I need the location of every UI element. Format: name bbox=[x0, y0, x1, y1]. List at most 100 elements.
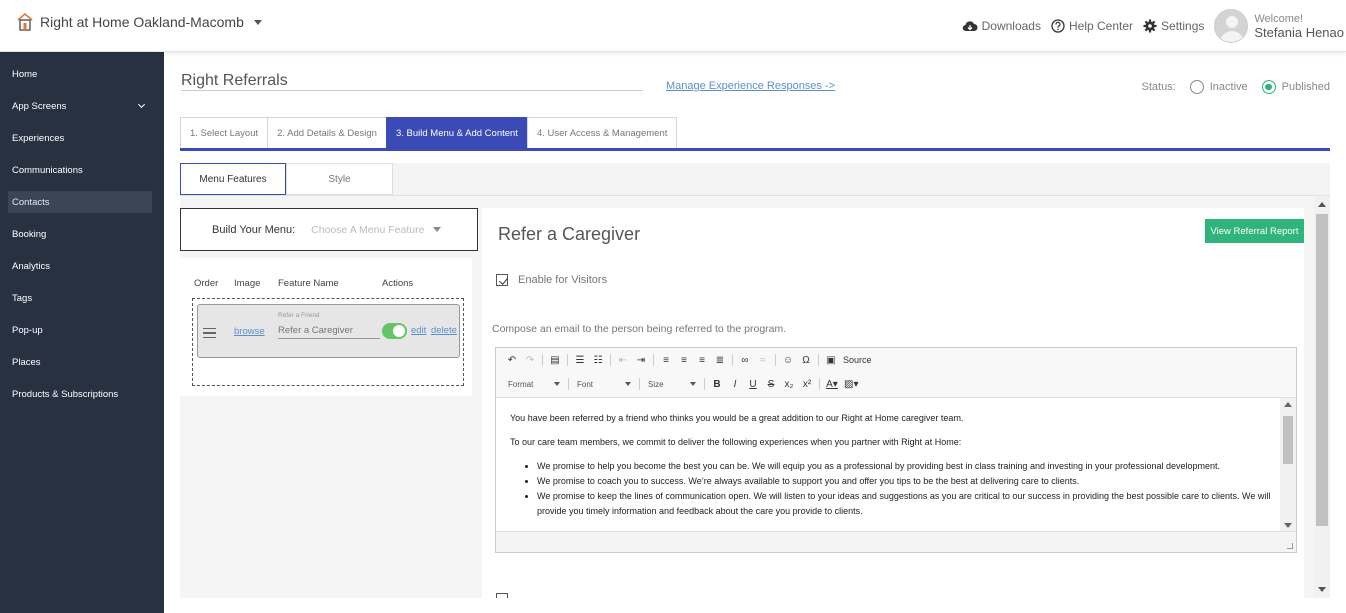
browse-image-link[interactable]: browse bbox=[234, 326, 265, 337]
sidebar-item-label: Analytics bbox=[12, 260, 51, 272]
sidebar-item-label: Home bbox=[12, 68, 38, 80]
align-center-icon[interactable]: ≡ bbox=[678, 355, 690, 366]
top-bar: Right at Home Oakland-Macomb Downloads H… bbox=[0, 0, 1346, 52]
chevron-down-icon bbox=[690, 382, 696, 386]
scrollbar-thumb[interactable] bbox=[1316, 214, 1328, 526]
step-select-layout[interactable]: 1. Select Layout bbox=[180, 117, 268, 149]
editor-paragraph: You have been referred by a friend who t… bbox=[510, 413, 964, 423]
align-right-icon[interactable]: ≡ bbox=[696, 355, 708, 366]
redo-icon[interactable]: ↷ bbox=[524, 355, 536, 366]
status-inactive-radio[interactable] bbox=[1189, 80, 1204, 94]
text-color-icon[interactable]: A▾ bbox=[826, 379, 838, 390]
toolbar-row-1: ↶ ↷ ▤ ☰ ☷ ⇤ ⇥ ≡ ≡ ≡ ≣ ∞ ≈ ☺ Ω ▣ Source bbox=[506, 354, 872, 366]
resize-handle-icon[interactable] bbox=[1287, 543, 1293, 549]
list-item: browse Refer a Friend Refer a Caregiver … bbox=[197, 304, 460, 358]
list-item: We promise to help you become the best y… bbox=[537, 459, 1280, 474]
sidebar-item-app-screens[interactable]: App Screens bbox=[8, 95, 152, 117]
font-select[interactable]: Font bbox=[575, 376, 633, 392]
italic-icon[interactable]: I bbox=[729, 379, 741, 390]
sidebar-item-places[interactable]: Places bbox=[8, 351, 152, 373]
background-color-icon[interactable]: ▨▾ bbox=[844, 379, 858, 390]
source-icon[interactable]: ▣ bbox=[825, 355, 837, 366]
toolbar-separator bbox=[639, 378, 640, 390]
step-add-details[interactable]: 2. Add Details & Design bbox=[267, 117, 386, 149]
scrollbar-thumb[interactable] bbox=[1283, 416, 1293, 464]
superscript-icon[interactable]: x² bbox=[801, 379, 813, 390]
unlink-icon[interactable]: ≈ bbox=[757, 355, 769, 366]
menu-feature-select[interactable]: Choose A Menu Feature bbox=[311, 224, 442, 236]
sidebar-item-booking[interactable]: Booking bbox=[8, 223, 152, 245]
delete-link[interactable]: delete bbox=[431, 325, 457, 336]
column-header-order: Order bbox=[194, 278, 219, 289]
bold-icon[interactable]: B bbox=[711, 379, 723, 390]
step-build-menu[interactable]: 3. Build Menu & Add Content bbox=[385, 117, 527, 149]
avatar[interactable] bbox=[1214, 9, 1249, 43]
toolbar-row-2: Format Font Size B I U S x₂ x² A▾ ▨▾ bbox=[506, 376, 858, 392]
sidebar-item-communications[interactable]: Communications bbox=[8, 159, 152, 181]
link-icon[interactable]: ∞ bbox=[739, 355, 751, 366]
sidebar-item-label: Pop-up bbox=[12, 324, 43, 336]
editor-scrollbar[interactable] bbox=[1280, 398, 1296, 532]
edit-link[interactable]: edit bbox=[411, 325, 426, 336]
status-published-radio[interactable] bbox=[1261, 80, 1276, 94]
sidebar-item-contacts[interactable]: Contacts bbox=[8, 191, 152, 213]
step-user-access[interactable]: 4. User Access & Management bbox=[526, 117, 678, 149]
user-name: Stefania Henao bbox=[1254, 24, 1344, 40]
drag-handle-icon[interactable] bbox=[203, 328, 216, 341]
scroll-down-icon[interactable] bbox=[1284, 523, 1292, 528]
editor-content[interactable]: You have been referred by a friend who t… bbox=[496, 398, 1280, 532]
paste-text-icon[interactable]: ▤ bbox=[549, 355, 561, 366]
align-justify-icon[interactable]: ≣ bbox=[714, 355, 726, 366]
toolbar-separator bbox=[732, 354, 733, 366]
user-menu[interactable]: Welcome! Stefania Henao bbox=[1254, 13, 1344, 40]
help-center-link[interactable]: Help Center bbox=[1051, 19, 1133, 33]
sidebar-item-pop-up[interactable]: Pop-up bbox=[8, 319, 152, 341]
underline-icon[interactable]: U bbox=[747, 379, 759, 390]
question-circle-icon bbox=[1051, 19, 1065, 33]
manage-responses-link[interactable]: Manage Experience Responses -> bbox=[666, 80, 835, 92]
tab-style[interactable]: Style bbox=[286, 163, 393, 195]
downloads-link[interactable]: Downloads bbox=[962, 19, 1041, 33]
sidebar-item-analytics[interactable]: Analytics bbox=[8, 255, 152, 277]
page-title: Right Referrals bbox=[181, 72, 288, 89]
view-referral-report-button[interactable]: View Referral Report bbox=[1205, 219, 1304, 243]
org-switcher[interactable]: Right at Home Oakland-Macomb bbox=[16, 12, 262, 32]
subscript-icon[interactable]: x₂ bbox=[783, 379, 795, 390]
indent-icon[interactable]: ⇥ bbox=[635, 355, 647, 366]
enable-visitors-checkbox[interactable] bbox=[496, 274, 508, 286]
scroll-up-icon[interactable] bbox=[1318, 202, 1326, 207]
special-character-icon[interactable]: Ω bbox=[800, 355, 812, 366]
sidebar-item-experiences[interactable]: Experiences bbox=[8, 127, 152, 149]
undo-icon[interactable]: ↶ bbox=[506, 355, 518, 366]
size-select[interactable]: Size bbox=[646, 376, 698, 392]
align-left-icon[interactable]: ≡ bbox=[660, 355, 672, 366]
outdent-icon[interactable]: ⇤ bbox=[617, 355, 629, 366]
source-label[interactable]: Source bbox=[843, 355, 872, 365]
status-inactive-label: Inactive bbox=[1209, 81, 1248, 93]
status-label: Status: bbox=[1141, 81, 1176, 93]
smiley-icon[interactable]: ☺ bbox=[782, 355, 794, 366]
feature-enabled-toggle[interactable] bbox=[382, 323, 407, 339]
downloads-label: Downloads bbox=[981, 19, 1041, 33]
bulleted-list-icon[interactable]: ☷ bbox=[592, 355, 604, 366]
sidebar-item-label: Experiences bbox=[12, 132, 65, 144]
tab-menu-features[interactable]: Menu Features bbox=[180, 163, 286, 195]
rich-text-editor: ↶ ↷ ▤ ☰ ☷ ⇤ ⇥ ≡ ≡ ≡ ≣ ∞ ≈ ☺ Ω ▣ Source F… bbox=[495, 347, 1297, 553]
feature-name-input[interactable]: Refer a Caregiver bbox=[278, 325, 380, 339]
sidebar-item-home[interactable]: Home bbox=[8, 63, 152, 85]
sidebar-item-label: Booking bbox=[12, 228, 47, 240]
format-select[interactable]: Format bbox=[506, 376, 562, 392]
next-option-checkbox[interactable] bbox=[496, 593, 508, 598]
scroll-down-icon[interactable] bbox=[1318, 587, 1326, 592]
page-scrollbar[interactable] bbox=[1314, 196, 1330, 598]
toolbar-separator bbox=[818, 354, 819, 366]
main-content: Right Referrals Manage Experience Respon… bbox=[164, 52, 1346, 613]
sidebar-item-label: Communications bbox=[12, 164, 83, 176]
sidebar-item-tags[interactable]: Tags bbox=[8, 287, 152, 309]
toolbar-separator bbox=[568, 378, 569, 390]
numbered-list-icon[interactable]: ☰ bbox=[574, 355, 586, 366]
strikethrough-icon[interactable]: S bbox=[765, 379, 777, 390]
settings-link[interactable]: Settings bbox=[1143, 19, 1204, 33]
scroll-up-icon[interactable] bbox=[1284, 402, 1292, 407]
sidebar-item-products-subscriptions[interactable]: Products & Subscriptions bbox=[8, 383, 152, 405]
